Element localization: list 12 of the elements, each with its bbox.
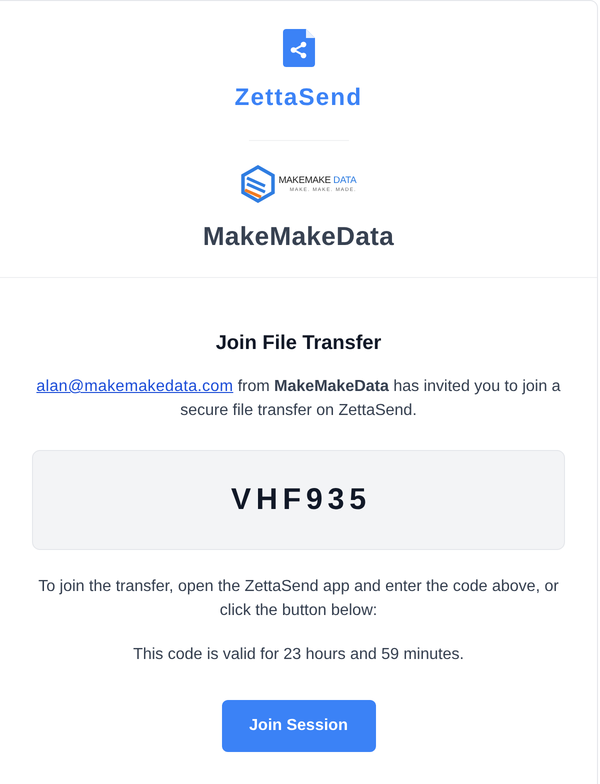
sender-email-link[interactable]: alan@makemakedata.com (36, 378, 234, 395)
session-code: VHF935 (230, 482, 372, 518)
shared-file-icon (282, 29, 314, 67)
hexagon-logo-icon (240, 165, 275, 203)
company-name: MakeMakeData (202, 221, 394, 251)
invitation-text: alan@makemakedata.com from MakeMakeData has invited you to join a secure file transfer on ZettaSend. (35, 377, 562, 421)
logo-wordmark: MAKEMAKE DATA (278, 175, 356, 186)
transfer-title: Join File Transfer (216, 331, 382, 355)
instructions-text: To join the transfer, open the ZettaSend app and enter the code above, or click the button below: (37, 577, 560, 621)
validity-text: This code is valid for 23 hours and 59 minutes. (132, 645, 465, 665)
join-session-button[interactable]: Join Session (222, 700, 376, 752)
app-name: ZettaSend (234, 84, 362, 112)
